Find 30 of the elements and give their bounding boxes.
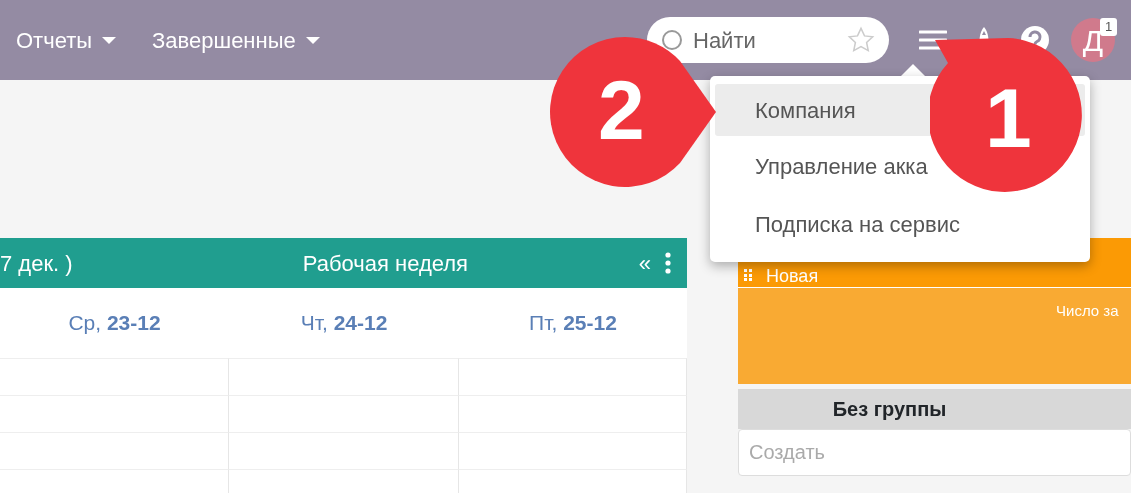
date-range: 7 дек. ) xyxy=(0,249,74,278)
calendar-cell[interactable] xyxy=(0,358,229,395)
create-field[interactable]: Создать xyxy=(738,429,1131,476)
calendar-cell[interactable] xyxy=(459,395,687,432)
star-icon[interactable] xyxy=(847,26,875,54)
calendar-cell[interactable] xyxy=(229,432,459,469)
summary-text: Число за xyxy=(1056,302,1119,319)
calendar-cell[interactable] xyxy=(229,395,459,432)
calendar-cell[interactable] xyxy=(459,358,687,395)
calendar-cell[interactable] xyxy=(459,432,687,469)
column-title: Новая xyxy=(766,267,819,285)
view-title: Рабочая неделя xyxy=(301,249,469,278)
search-bar[interactable]: Найти xyxy=(647,17,889,63)
drag-handle-icon[interactable] xyxy=(744,269,752,281)
collapse-button[interactable]: « xyxy=(630,246,659,280)
more-icon[interactable] xyxy=(665,252,671,274)
calendar-cell[interactable] xyxy=(0,432,229,469)
calendar-cell[interactable] xyxy=(229,358,459,395)
menu-button[interactable]: Завершенные xyxy=(152,23,320,57)
group-title: Без группы xyxy=(832,397,947,422)
calendar-cell[interactable] xyxy=(0,395,229,432)
day-header: Ср, 23-12 xyxy=(67,310,162,337)
day-header: Чт, 24-12 xyxy=(299,310,389,337)
notification-count: 1 xyxy=(1100,18,1117,36)
step-number: 2 xyxy=(598,68,645,152)
menu-icon[interactable] xyxy=(919,29,947,51)
search-icon xyxy=(661,29,683,51)
day-header: Пт, 25-12 xyxy=(528,310,618,337)
menu-item[interactable]: Подписка на сервис xyxy=(715,196,1085,252)
menu-button[interactable]: Отчеты xyxy=(16,23,117,57)
